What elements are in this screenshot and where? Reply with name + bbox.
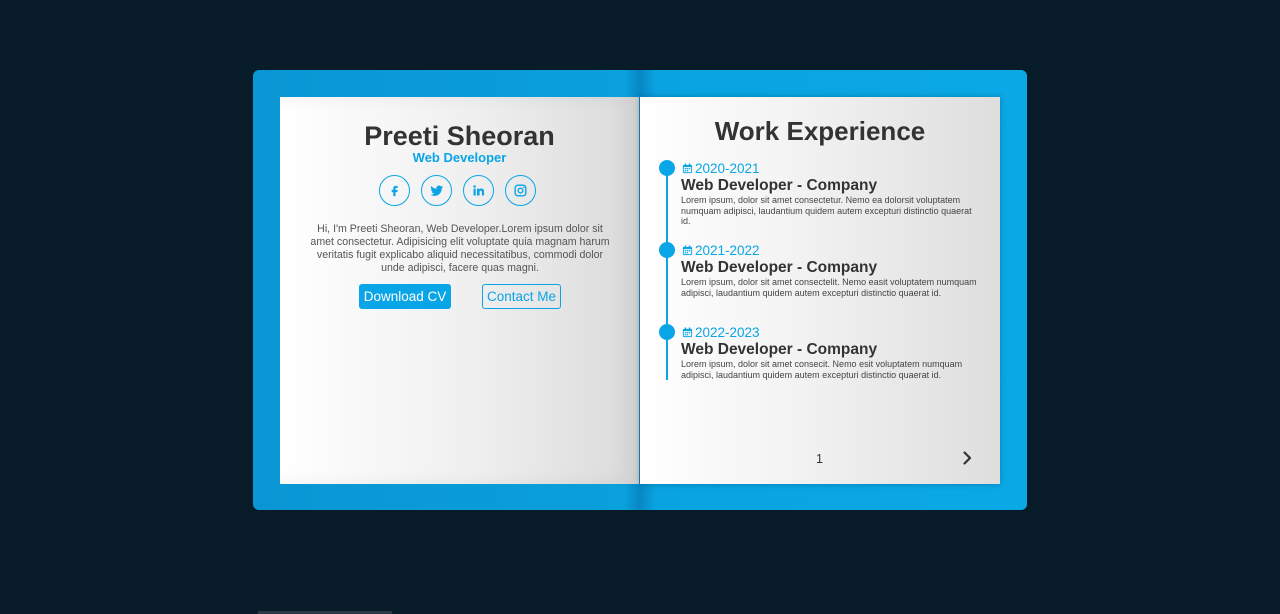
timeline-date: 2020-2021: [682, 161, 760, 176]
timeline-date: 2021-2022: [682, 243, 760, 258]
timeline-date-text: 2020-2021: [695, 161, 760, 176]
twitter-link[interactable]: [421, 175, 452, 206]
linkedin-link[interactable]: [463, 175, 494, 206]
instagram-link[interactable]: [505, 175, 536, 206]
timeline-description: Lorem ipsum, dolor sit amet consecit. Ne…: [681, 359, 963, 380]
twitter-icon: [430, 185, 444, 196]
timeline-line: [666, 167, 668, 380]
social-links: [379, 175, 543, 209]
timeline-date-text: 2022-2023: [695, 325, 760, 340]
facebook-icon: [391, 185, 398, 197]
timeline-description: Lorem ipsum, dolor sit amet consectelit.…: [681, 277, 977, 298]
timeline-dot: [659, 242, 675, 258]
profile-name: Preeti Sheoran: [364, 121, 555, 151]
timeline-title: Web Developer - Company: [681, 341, 878, 358]
section-title: Work Experience: [714, 116, 926, 146]
next-page-button[interactable]: [958, 449, 976, 467]
timeline-dot: [659, 324, 675, 340]
calendar-icon: [682, 163, 693, 174]
linkedin-icon: [473, 185, 485, 196]
profile-page: Preeti Sheoran Web Developer Hi, I'm Pre…: [280, 97, 639, 484]
facebook-link[interactable]: [379, 175, 410, 206]
timeline-title: Web Developer - Company: [681, 177, 878, 194]
timeline-description: Lorem ipsum, dolor sit amet consectetur.…: [681, 195, 972, 227]
calendar-icon: [682, 245, 693, 256]
calendar-icon: [682, 327, 693, 338]
download-cv-button[interactable]: Download CV: [359, 284, 451, 309]
timeline-title: Web Developer - Company: [681, 259, 878, 276]
timeline-date: 2022-2023: [682, 325, 760, 340]
profile-bio: Hi, I'm Preeti Sheoran, Web Developer.Lo…: [310, 223, 610, 274]
timeline-dot: [659, 160, 675, 176]
timeline-date-text: 2021-2022: [695, 243, 760, 258]
experience-page: Work Experience 2020-2021 Web Developer …: [640, 97, 1000, 484]
chevron-right-icon: [963, 451, 972, 465]
profile-role: Web Developer: [412, 150, 507, 165]
page-number: 1: [816, 452, 823, 466]
instagram-icon: [514, 184, 527, 197]
contact-me-button[interactable]: Contact Me: [482, 284, 561, 309]
